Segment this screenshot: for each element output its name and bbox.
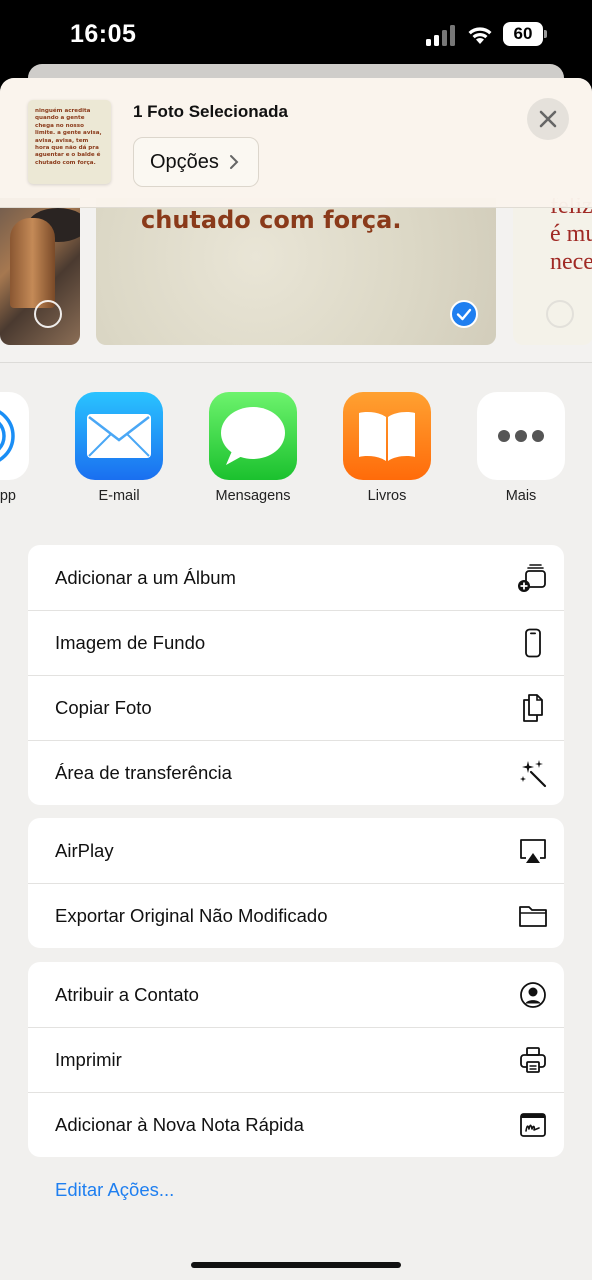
action-label: Área de transferência [55, 761, 232, 783]
sparkles-icon [520, 760, 547, 788]
app-airdrop[interactable]: pp [0, 392, 40, 504]
home-indicator[interactable] [191, 1262, 401, 1268]
action-label: Copiar Foto [55, 696, 152, 718]
action-label: Imagem de Fundo [55, 631, 206, 653]
action-assign-contact[interactable]: Atribuir a Contato [28, 962, 564, 1027]
wifi-icon [468, 27, 492, 44]
share-apps-row: pp E-mail Mensagens Livros Mais [0, 392, 592, 522]
thumbnail-text: ninguém acredita quando a gente chega no… [35, 108, 102, 166]
battery-indicator: 60 [503, 22, 543, 46]
close-button[interactable] [527, 98, 569, 140]
actions-group-1: Adicionar a um Álbum Imagem de Fundo Cop… [28, 545, 564, 805]
action-add-to-album[interactable]: Adicionar a um Álbum [28, 545, 564, 610]
app-label: Mais [505, 488, 537, 504]
add-to-album-icon [518, 564, 546, 592]
action-label: AirPlay [55, 839, 114, 861]
photo-thumbnail-selected[interactable]: chutado com força. [96, 198, 496, 345]
share-header: ninguém acredita quando a gente chega no… [0, 78, 592, 208]
action-export-original[interactable]: Exportar Original Não Modificado [28, 883, 564, 948]
quick-note-icon [520, 1113, 546, 1137]
app-books[interactable]: Livros [332, 392, 442, 504]
selection-check-icon[interactable] [450, 300, 478, 328]
action-label: Adicionar a um Álbum [55, 566, 236, 588]
app-more[interactable]: Mais [466, 392, 576, 504]
photo-strip[interactable]: chutado com força. feliz é mu nece [0, 198, 592, 363]
photo-thumbnail[interactable]: feliz é mu nece [513, 198, 592, 345]
app-label: Mensagens [215, 488, 291, 504]
action-clipboard[interactable]: Área de transferência [28, 740, 564, 805]
chevron-right-icon [229, 155, 239, 169]
action-print[interactable]: Imprimir [28, 1027, 564, 1092]
action-label: Adicionar à Nova Nota Rápida [55, 1113, 304, 1135]
contact-icon [520, 982, 546, 1008]
selected-photo-thumbnail: ninguém acredita quando a gente chega no… [28, 100, 111, 184]
edit-actions-link[interactable]: Editar Ações... [55, 1179, 174, 1201]
actions-group-2: AirPlay Exportar Original Não Modificado [28, 818, 564, 948]
airplay-icon [520, 839, 546, 863]
app-label: E-mail [98, 488, 140, 504]
folder-icon [519, 906, 547, 927]
options-label: Opções [150, 150, 219, 173]
action-wallpaper[interactable]: Imagem de Fundo [28, 610, 564, 675]
cellular-signal-icon [426, 25, 455, 46]
header-title: 1 Foto Selecionada [133, 102, 288, 121]
selection-circle[interactable] [34, 300, 62, 328]
selection-circle[interactable] [546, 300, 574, 328]
status-time: 16:05 [70, 20, 137, 48]
status-bar: 16:05 60 [0, 0, 592, 70]
actions-group-3: Atribuir a Contato Imprimir Adicionar à … [28, 962, 564, 1157]
action-label: Atribuir a Contato [55, 983, 199, 1005]
action-copy-photo[interactable]: Copiar Foto [28, 675, 564, 740]
mail-icon [75, 392, 163, 480]
action-airplay[interactable]: AirPlay [28, 818, 564, 883]
app-label: pp [0, 488, 16, 504]
battery-tip [544, 30, 547, 38]
action-label: Imprimir [55, 1048, 122, 1070]
more-icon [477, 392, 565, 480]
books-icon [343, 392, 431, 480]
photo-text: chutado com força. [141, 206, 402, 234]
photo-text-line: nece [550, 249, 592, 275]
app-email[interactable]: E-mail [64, 392, 174, 504]
action-quick-note[interactable]: Adicionar à Nova Nota Rápida [28, 1092, 564, 1157]
messages-icon [209, 392, 297, 480]
share-sheet: chutado com força. feliz é mu nece ningu… [0, 78, 592, 1280]
options-button[interactable]: Opções [133, 137, 259, 187]
phone-icon [525, 628, 541, 658]
copy-icon [523, 694, 543, 722]
app-label: Livros [367, 488, 407, 504]
photo-thumbnail[interactable] [0, 198, 80, 345]
airdrop-icon [0, 392, 29, 480]
printer-icon [520, 1047, 546, 1073]
app-messages[interactable]: Mensagens [198, 392, 308, 504]
close-icon [539, 110, 557, 128]
photo-text-line: é mu [550, 221, 592, 247]
action-label: Exportar Original Não Modificado [55, 904, 328, 926]
